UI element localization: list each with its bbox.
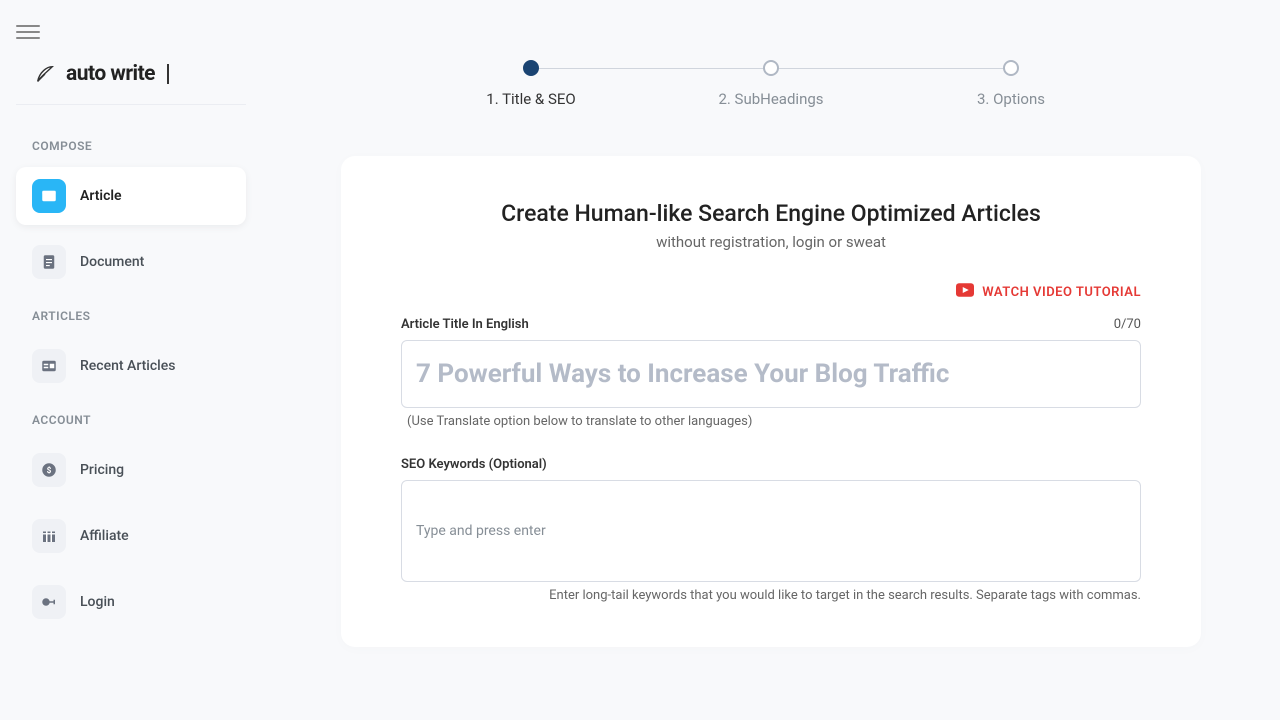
sidebar-item-label: Document <box>80 254 144 270</box>
menu-toggle-icon[interactable] <box>16 20 40 44</box>
brand-name: auto write <box>66 62 155 86</box>
sidebar-item-label: Login <box>80 594 115 610</box>
title-label: Article Title In English <box>401 317 529 332</box>
section-compose: COMPOSE <box>32 139 246 153</box>
card-heading: Create Human-like Search Engine Optimize… <box>401 200 1141 227</box>
sidebar-item-affiliate[interactable]: Affiliate <box>16 507 246 565</box>
article-title-input[interactable] <box>401 340 1141 408</box>
watch-tutorial-label: WATCH VIDEO TUTORIAL <box>982 285 1141 300</box>
sidebar-item-recent-articles[interactable]: Recent Articles <box>16 337 246 395</box>
affiliate-icon <box>32 519 66 553</box>
svg-text:$: $ <box>47 465 52 476</box>
sidebar-item-pricing[interactable]: $ Pricing <box>16 441 246 499</box>
login-icon <box>32 585 66 619</box>
brand-logo[interactable]: auto write <box>16 52 246 105</box>
step-label: 1. Title & SEO <box>486 90 575 108</box>
title-hint: (Use Translate option below to translate… <box>407 414 1141 429</box>
title-char-count: 0/70 <box>1114 317 1141 332</box>
article-icon <box>32 179 66 213</box>
card-subheading: without registration, login or sweat <box>401 233 1141 251</box>
sidebar-item-label: Recent Articles <box>80 358 175 374</box>
main-content: 1. Title & SEO 2. SubHeadings 3. Options… <box>262 0 1280 720</box>
step-circle-icon <box>523 60 539 76</box>
cursor-icon <box>167 64 169 84</box>
sidebar-item-login[interactable]: Login <box>16 573 246 631</box>
feather-icon <box>34 63 56 85</box>
step-circle-icon <box>763 60 779 76</box>
sidebar-item-label: Pricing <box>80 462 124 478</box>
section-articles: ARTICLES <box>32 309 246 323</box>
document-icon <box>32 245 66 279</box>
step-label: 3. Options <box>977 90 1045 108</box>
sidebar: auto write COMPOSE Article Document ARTI… <box>0 0 262 720</box>
step-label: 2. SubHeadings <box>718 90 823 108</box>
sidebar-item-document[interactable]: Document <box>16 233 246 291</box>
keywords-label: SEO Keywords (Optional) <box>401 457 547 472</box>
seo-keywords-input[interactable] <box>401 480 1141 582</box>
watch-tutorial-button[interactable]: WATCH VIDEO TUTORIAL <box>956 283 1141 301</box>
stepper: 1. Title & SEO 2. SubHeadings 3. Options <box>411 60 1131 108</box>
step-circle-icon <box>1003 60 1019 76</box>
recent-icon <box>32 349 66 383</box>
sidebar-item-article[interactable]: Article <box>16 167 246 225</box>
sidebar-item-label: Article <box>80 188 122 204</box>
sidebar-item-label: Affiliate <box>80 528 129 544</box>
keywords-hint: Enter long-tail keywords that you would … <box>401 588 1141 603</box>
pricing-icon: $ <box>32 453 66 487</box>
youtube-icon <box>956 283 974 301</box>
section-account: ACCOUNT <box>32 413 246 427</box>
form-card: Create Human-like Search Engine Optimize… <box>341 156 1201 647</box>
